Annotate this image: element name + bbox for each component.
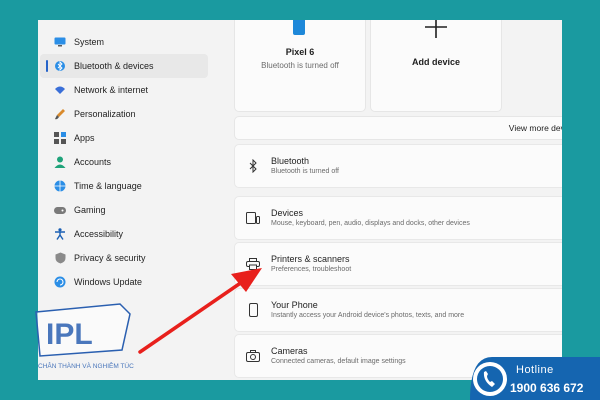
- svg-text:IPL: IPL: [46, 318, 93, 351]
- hotline-number: 1900 636 672: [510, 381, 584, 395]
- hotline-badge[interactable]: Hotline 1900 636 672: [470, 357, 600, 400]
- svg-text:CHÂN THÀNH VÀ NGHIÊM TÚC: CHÂN THÀNH VÀ NGHIÊM TÚC: [38, 361, 134, 370]
- ipl-watermark-logo: IPL CHÂN THÀNH VÀ NGHIÊM TÚC: [32, 300, 150, 380]
- hotline-label: Hotline: [516, 364, 554, 376]
